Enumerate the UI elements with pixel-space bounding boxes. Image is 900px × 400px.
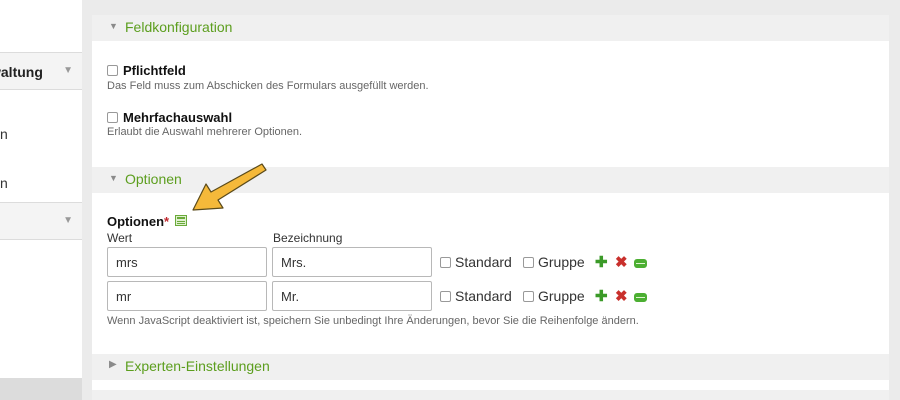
gruppe-checkbox-option[interactable]: Gruppe [523, 254, 585, 270]
option-value-input[interactable] [107, 281, 267, 311]
standard-checkbox[interactable] [440, 256, 451, 268]
gruppe-label: Gruppe [538, 254, 585, 270]
section-title: Feldkonfiguration [125, 19, 233, 35]
drag-handle-icon[interactable] [634, 259, 647, 268]
triangle-right-icon: ▶ [109, 359, 117, 370]
options-label-text: Optionen [107, 214, 165, 229]
pflichtfeld-option: Pflichtfeld [107, 63, 186, 78]
standard-checkbox-option[interactable]: Standard [440, 254, 512, 270]
options-label: Optionen* [107, 214, 169, 229]
mehrfachauswahl-label: Mehrfachauswahl [123, 110, 233, 125]
right-gutter [889, 0, 900, 400]
sidebar-item-fragment[interactable]: n [0, 126, 8, 142]
gruppe-label: Gruppe [538, 288, 585, 304]
section-header-feldkonfiguration[interactable]: ▼ Feldkonfiguration [92, 15, 889, 41]
gruppe-checkbox[interactable] [523, 256, 534, 268]
option-value-input[interactable] [107, 247, 267, 277]
drag-handle-icon[interactable] [634, 293, 647, 302]
section-header-partial [92, 390, 889, 400]
sidebar-menu-verwaltung[interactable]: waltung ▼ [0, 52, 82, 90]
arrow-annotation-icon [192, 163, 267, 211]
column-header-wert: Wert [107, 231, 133, 245]
standard-checkbox-option[interactable]: Standard [440, 288, 512, 304]
section-header-experten[interactable]: ▶ Experten-Einstellungen [92, 354, 889, 380]
required-marker: * [164, 214, 170, 229]
pflichtfeld-label: Pflichtfeld [123, 63, 186, 78]
pflichtfeld-checkbox[interactable] [107, 65, 118, 77]
sidebar-menu-label: waltung [0, 64, 43, 80]
section-title: Optionen [125, 171, 182, 187]
standard-label: Standard [455, 288, 512, 304]
triangle-down-icon: ▼ [109, 21, 118, 31]
pflichtfeld-description: Das Feld muss zum Abschicken des Formula… [107, 80, 429, 92]
add-icon[interactable]: ✚ [595, 255, 608, 270]
option-label-input[interactable] [272, 281, 432, 311]
mehrfachauswahl-checkbox[interactable] [107, 112, 118, 124]
sidebar-footer [0, 378, 82, 400]
sidebar-item-fragment[interactable]: n [0, 175, 8, 191]
section-body-experten [92, 380, 889, 390]
sidebar: waltung ▼ n n ▼ [0, 0, 82, 378]
standard-checkbox[interactable] [440, 290, 451, 302]
chevron-down-icon: ▼ [63, 215, 73, 226]
mehrfachauswahl-description: Erlaubt die Auswahl mehrerer Optionen. [107, 126, 303, 138]
chevron-down-icon: ▼ [63, 65, 73, 76]
mehrfachauswahl-option: Mehrfachauswahl [107, 110, 232, 125]
standard-label: Standard [455, 254, 512, 270]
option-label-input[interactable] [272, 247, 432, 277]
javascript-note: Wenn JavaScript deaktiviert ist, speiche… [107, 315, 639, 327]
gruppe-checkbox[interactable] [523, 290, 534, 302]
add-icon[interactable]: ✚ [595, 289, 608, 304]
sidebar-menu-collapsed[interactable]: ▼ [0, 202, 82, 240]
delete-icon[interactable]: ✖ [615, 289, 628, 304]
section-title: Experten-Einstellungen [125, 358, 270, 374]
delete-icon[interactable]: ✖ [615, 255, 628, 270]
calculator-icon[interactable] [175, 215, 187, 226]
triangle-down-icon: ▼ [109, 173, 118, 183]
column-header-bezeichnung: Bezeichnung [273, 231, 343, 245]
section-body-feldkonfiguration [92, 41, 889, 167]
gruppe-checkbox-option[interactable]: Gruppe [523, 288, 585, 304]
